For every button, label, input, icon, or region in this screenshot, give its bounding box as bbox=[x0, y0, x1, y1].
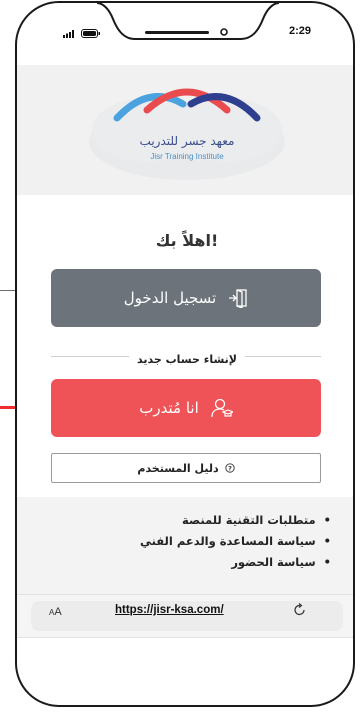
web-page: معهد جسر للتدريب Jisr Training Institute… bbox=[17, 65, 353, 595]
policy-link-attendance[interactable]: سياسة الحضور bbox=[140, 555, 331, 569]
institute-logo: معهد جسر للتدريب Jisr Training Institute bbox=[87, 80, 287, 180]
reload-icon[interactable] bbox=[293, 603, 307, 617]
bridge-logo-icon bbox=[89, 88, 285, 180]
signal-icon bbox=[63, 29, 74, 38]
url-text[interactable]: https://jisr-ksa.com/ bbox=[115, 604, 224, 616]
status-icons bbox=[63, 29, 101, 38]
speaker-icon bbox=[145, 31, 209, 34]
logo-english-text: Jisr Training Institute bbox=[150, 152, 224, 161]
welcome-heading: اهلاً بك! bbox=[155, 231, 219, 250]
login-button[interactable]: تسجيل الدخول bbox=[51, 269, 321, 327]
policy-links: متطلبات التقنية للمنصة سياسة المساعدة وا… bbox=[140, 513, 331, 576]
battery-icon bbox=[81, 29, 100, 38]
camera-icon bbox=[220, 28, 228, 36]
create-account-label: لإنشاء حساب جديد bbox=[17, 348, 353, 367]
graduate-user-icon bbox=[211, 398, 233, 418]
user-guide-button[interactable]: دليل المستخدم ? bbox=[51, 453, 321, 483]
login-door-icon bbox=[229, 289, 247, 308]
help-circle-icon: ? bbox=[224, 463, 235, 473]
policy-link-support[interactable]: سياسة المساعدة والدعم الفني bbox=[140, 534, 331, 548]
trainee-button-label: انا مُتدرب bbox=[139, 399, 199, 417]
svg-text:?: ? bbox=[228, 465, 232, 473]
header-banner: معهد جسر للتدريب Jisr Training Institute bbox=[17, 65, 353, 195]
login-button-label: تسجيل الدخول bbox=[123, 289, 217, 307]
text-size-button[interactable]: AA bbox=[49, 606, 62, 618]
phone-frame: 2:29 معهد جسر للتدريب Jisr Training Inst… bbox=[15, 1, 355, 707]
policy-link-tech-requirements[interactable]: متطلبات التقنية للمنصة bbox=[140, 513, 331, 527]
status-time: 2:29 bbox=[289, 25, 312, 37]
user-guide-label: دليل المستخدم bbox=[137, 461, 219, 475]
logo-arabic-text: معهد جسر للتدريب bbox=[139, 134, 235, 148]
trainee-button[interactable]: انا مُتدرب bbox=[51, 379, 321, 437]
create-account-text: لإنشاء حساب جديد bbox=[129, 353, 245, 366]
